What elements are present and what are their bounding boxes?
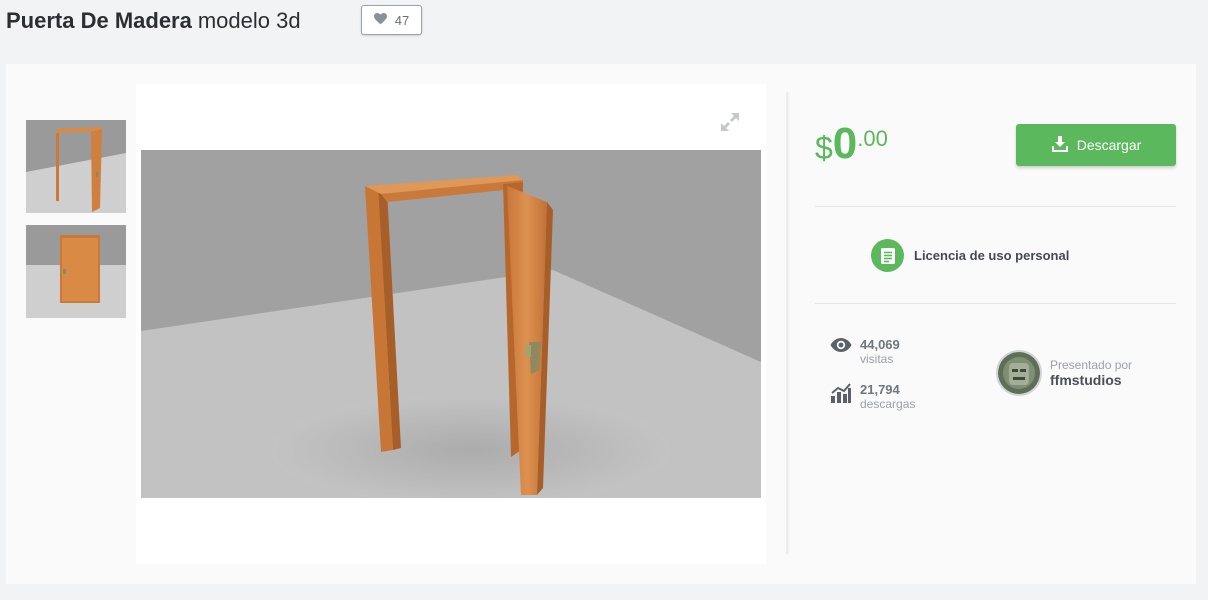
- price-cents: .00: [857, 126, 888, 151]
- thumbnail-perspective[interactable]: [26, 120, 126, 213]
- author-name[interactable]: ffmstudios: [1050, 372, 1132, 388]
- views-count: 44,069: [860, 337, 900, 352]
- thumbnail-front[interactable]: [26, 225, 126, 318]
- expand-arrows-icon[interactable]: [720, 112, 740, 132]
- downloads-label: descargas: [860, 397, 916, 411]
- author-block: Presentado por ffmstudios: [996, 350, 1132, 396]
- eye-icon: [830, 337, 852, 358]
- chart-growth-icon: [830, 382, 852, 409]
- page-title: Puerta De Madera modelo 3d: [6, 4, 301, 38]
- downloads-stat: 21,794 descargas: [830, 382, 915, 412]
- model-type: modelo 3d: [197, 8, 301, 33]
- product-card: $ 0 .00 Descargar Licencia de uso person…: [6, 64, 1196, 584]
- model-name: Puerta De Madera: [6, 8, 192, 33]
- section-divider: [815, 303, 1176, 304]
- download-label: Descargar: [1076, 137, 1142, 153]
- model-viewer[interactable]: [136, 84, 766, 564]
- door-3d-render: [141, 150, 761, 498]
- views-label: visitas: [860, 352, 894, 366]
- presented-by-label: Presentado por: [1050, 358, 1133, 372]
- license-label: Licencia de uso personal: [914, 248, 1070, 263]
- heart-icon: [373, 12, 387, 28]
- vertical-divider: [786, 92, 788, 554]
- license-link[interactable]: Licencia de uso personal: [871, 239, 1069, 272]
- like-button[interactable]: 47: [361, 5, 422, 35]
- views-stat: 44,069 visitas: [830, 337, 900, 367]
- price-currency: $: [815, 130, 833, 166]
- price-integer: 0: [832, 119, 858, 168]
- downloads-count: 21,794: [860, 382, 900, 397]
- section-divider: [815, 206, 1176, 207]
- download-icon: [1051, 135, 1069, 156]
- avatar[interactable]: [996, 350, 1042, 396]
- license-document-icon: [871, 239, 904, 272]
- like-count: 47: [394, 12, 410, 28]
- download-button[interactable]: Descargar: [1016, 124, 1176, 166]
- price: $ 0 .00: [815, 122, 888, 167]
